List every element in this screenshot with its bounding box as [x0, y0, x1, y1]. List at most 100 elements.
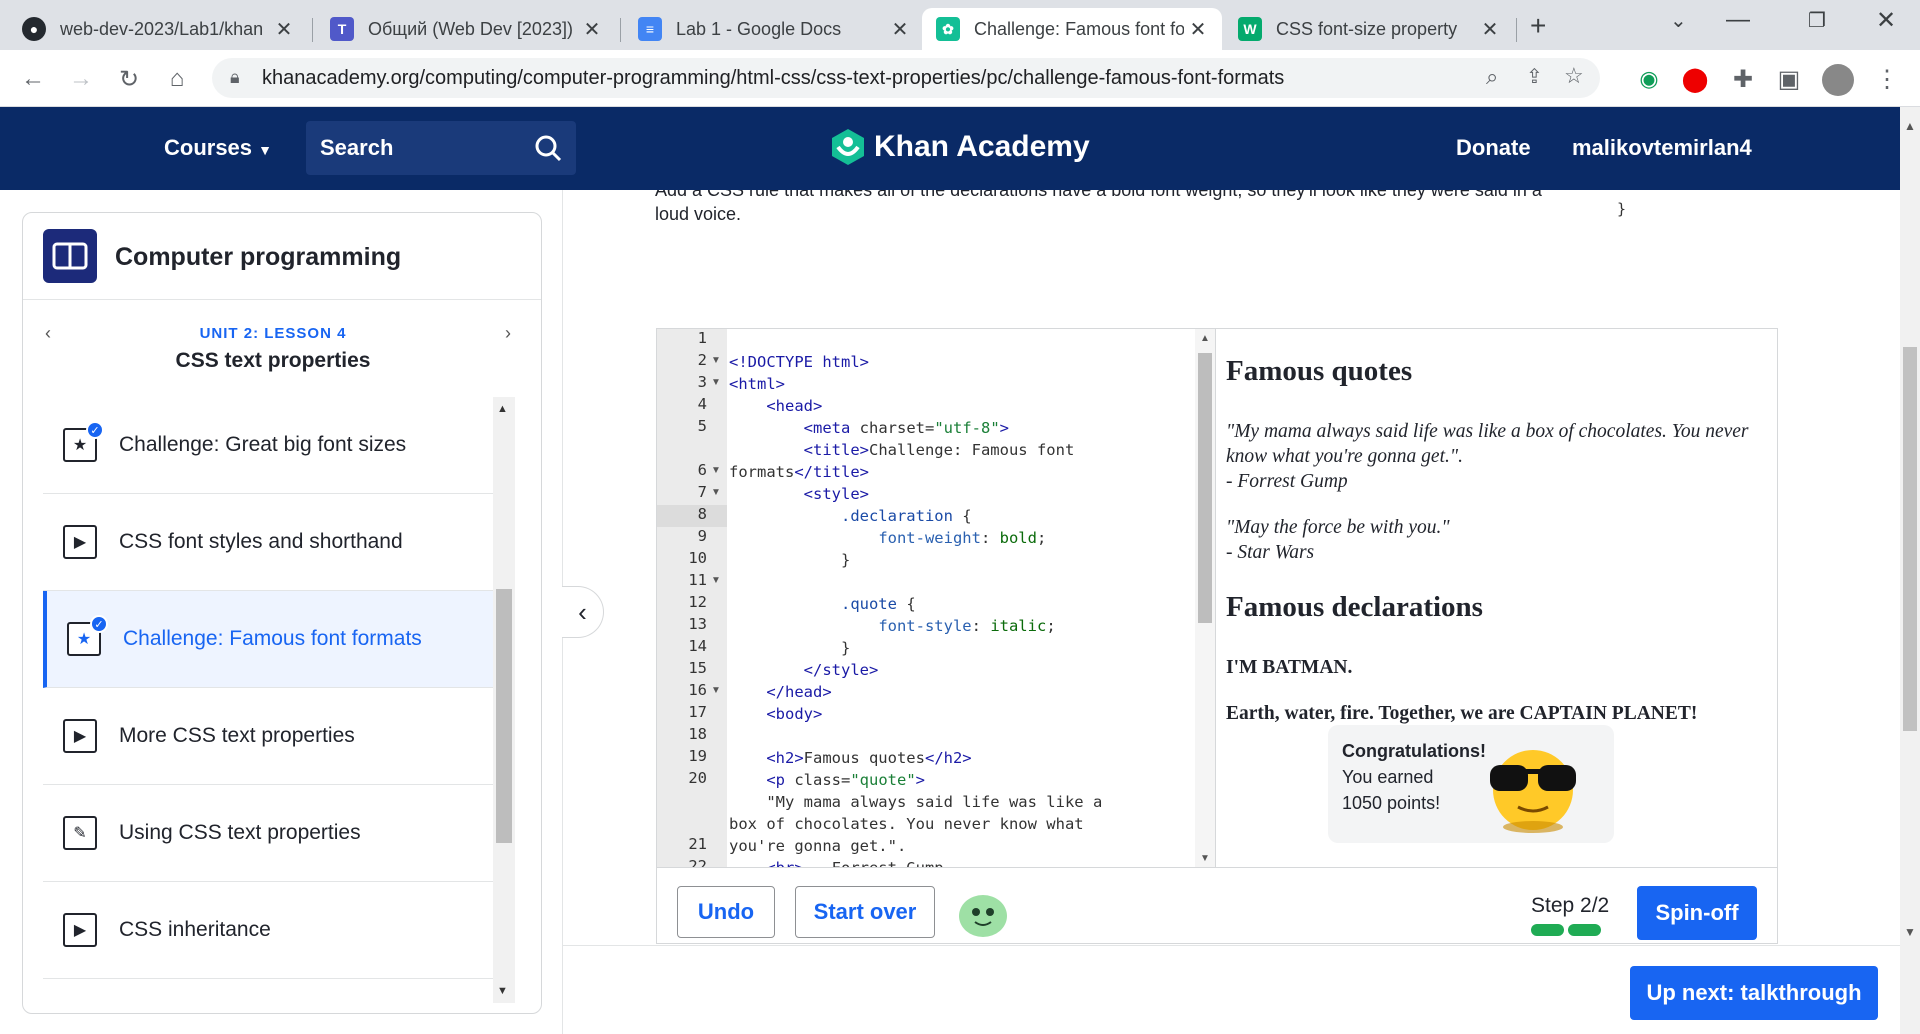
extensions-puzzle-icon[interactable]: ✚: [1728, 64, 1758, 94]
tab-google-docs[interactable]: ≡ Lab 1 - Google Docs ✕: [624, 8, 924, 50]
scrollbar-thumb[interactable]: [496, 589, 512, 843]
green-blob-avatar-icon: [959, 895, 1007, 937]
line-number: 8: [697, 505, 707, 523]
collapse-sidebar-icon[interactable]: ‹: [562, 586, 604, 638]
instruction-text-2: loud voice.: [655, 204, 742, 224]
tab-teams[interactable]: T Общий (Web Dev [2023]) ✕: [316, 8, 616, 50]
tab-khan-challenge[interactable]: ✿ Challenge: Famous font fo ✕: [922, 8, 1222, 50]
scrollbar-thumb[interactable]: [1903, 347, 1917, 731]
khan-logo-icon: [832, 129, 864, 165]
line-number: 18: [688, 725, 707, 743]
line-number: 9: [697, 527, 707, 545]
unit-label: UNIT 2: LESSON 4: [199, 325, 347, 342]
scroll-down-icon[interactable]: ▼: [1200, 853, 1210, 864]
tab-title: Challenge: Famous font fo: [974, 18, 1184, 39]
page-scrollbar[interactable]: ▲ ▼: [1900, 107, 1920, 1034]
khan-logo[interactable]: Khan Academy: [830, 127, 1090, 167]
restore-icon[interactable]: ❐: [1808, 8, 1826, 33]
extension-icon[interactable]: ◉: [1634, 64, 1664, 94]
close-icon[interactable]: ✕: [578, 17, 606, 42]
line-number: 4: [697, 395, 707, 413]
points-toast: Congratulations! You earned 1050 points!: [1328, 725, 1614, 843]
back-icon[interactable]: ←: [18, 64, 48, 94]
share-icon[interactable]: ⇪: [1526, 64, 1543, 89]
scroll-down-icon[interactable]: ▼: [1904, 925, 1916, 939]
url-text: khanacademy.org/computing/computer-progr…: [262, 66, 1285, 89]
preview-quote-1: "My mama always said life was like a box…: [1226, 421, 1749, 492]
fold-arrow-icon[interactable]: ▼: [711, 355, 721, 366]
browser-toolbar: ← → ↻ ⌂ 🔒︎ khanacademy.org/computing/com…: [0, 50, 1920, 107]
user-menu[interactable]: malikovtemirlan4: [1572, 135, 1752, 161]
fold-arrow-icon[interactable]: ▼: [711, 575, 721, 586]
bookmark-star-icon[interactable]: ☆: [1564, 63, 1584, 89]
lesson-item-current[interactable]: ★ ✓ Challenge: Famous font formats: [43, 591, 493, 688]
profile-avatar[interactable]: [1822, 64, 1854, 96]
play-icon: ▶: [63, 913, 97, 947]
checkmark-icon: ✓: [90, 615, 108, 633]
scroll-up-icon[interactable]: ▲: [1904, 119, 1916, 133]
search-box[interactable]: Search: [306, 121, 576, 175]
new-tab-icon[interactable]: +: [1530, 10, 1546, 42]
lesson-item[interactable]: ▶ CSS font styles and shorthand: [43, 494, 493, 591]
toast-line-2: 1050 points!: [1342, 793, 1441, 813]
line-number: 21: [688, 835, 707, 853]
courses-menu[interactable]: Courses ▼: [164, 135, 272, 161]
sidebar-scrollbar[interactable]: ▲ ▼: [493, 397, 515, 1003]
line-number: 6: [697, 461, 707, 479]
spin-off-button[interactable]: Spin-off: [1637, 886, 1757, 940]
line-number: 13: [688, 615, 707, 633]
lesson-sidebar: Computer programming ‹ › UNIT 2: LESSON …: [22, 212, 542, 1014]
opera-adblock-icon[interactable]: ⬤: [1680, 64, 1710, 94]
close-icon[interactable]: ✕: [270, 17, 298, 42]
donate-link[interactable]: Donate: [1456, 135, 1531, 161]
tab-title: CSS font-size property: [1276, 18, 1458, 39]
close-icon[interactable]: ✕: [886, 17, 914, 42]
close-icon[interactable]: ✕: [1476, 17, 1504, 42]
line-number: 11: [688, 571, 707, 589]
home-icon[interactable]: ⌂: [162, 64, 192, 94]
course-title[interactable]: Computer programming: [115, 243, 401, 272]
close-icon[interactable]: ✕: [1184, 17, 1212, 42]
lesson-item[interactable]: ✎ Using CSS text properties: [43, 785, 493, 882]
lesson-item[interactable]: ▶ CSS inheritance: [43, 882, 493, 979]
w3schools-icon: W: [1238, 17, 1262, 41]
up-next-button[interactable]: Up next: talkthrough: [1630, 966, 1878, 1020]
minimize-icon[interactable]: —: [1726, 6, 1750, 34]
forward-icon[interactable]: →: [66, 64, 96, 94]
tab-w3schools[interactable]: W CSS font-size property ✕: [1224, 8, 1514, 50]
scroll-down-icon[interactable]: ▼: [497, 985, 508, 997]
scrollbar-thumb[interactable]: [1198, 353, 1212, 623]
course-icon: [43, 229, 97, 283]
window-close-icon[interactable]: ✕: [1876, 6, 1896, 35]
address-bar[interactable]: 🔒︎ khanacademy.org/computing/computer-pr…: [212, 58, 1600, 98]
code-editor[interactable]: 1 2 ▼ 3 ▼ 4 5 6 ▼ 7 ▼ 8 9 10 11 ▼ 12 13 14 15 16 ▼ 17 18 19 20 21 2…: [656, 328, 1216, 868]
tab-search-icon[interactable]: ⌄: [1670, 8, 1687, 33]
line-number: 19: [688, 747, 707, 765]
fold-arrow-icon[interactable]: ▼: [711, 685, 721, 696]
sidepanel-icon[interactable]: ▣: [1774, 64, 1804, 94]
preview-declaration-2: Earth, water, fire. Together, we are CAP…: [1226, 703, 1698, 724]
preview-heading-declarations: Famous declarations: [1226, 591, 1483, 623]
scroll-up-icon[interactable]: ▲: [497, 403, 508, 415]
search-icon[interactable]: [534, 134, 562, 162]
fold-arrow-icon[interactable]: ▼: [711, 487, 721, 498]
line-number: 3: [697, 373, 707, 391]
lesson-item-label: Challenge: Great big font sizes: [119, 433, 407, 456]
menu-kebab-icon[interactable]: ⋮: [1872, 64, 1902, 94]
undo-button[interactable]: Undo: [677, 886, 775, 938]
lesson-item[interactable]: ★ ✓ Challenge: Great big font sizes: [43, 397, 493, 494]
scroll-up-icon[interactable]: ▲: [1200, 333, 1210, 344]
fold-arrow-icon[interactable]: ▼: [711, 377, 721, 388]
line-number: 22: [688, 857, 707, 868]
zoom-icon[interactable]: ⌕: [1486, 64, 1498, 90]
fold-arrow-icon[interactable]: ▼: [711, 465, 721, 476]
line-number: 1: [697, 329, 707, 347]
step-indicator: Step 2/2: [1531, 894, 1610, 917]
line-number: 15: [688, 659, 707, 677]
start-over-button[interactable]: Start over: [795, 886, 935, 938]
lesson-item[interactable]: ▶ More CSS text properties: [43, 688, 493, 785]
reload-icon[interactable]: ↻: [114, 64, 144, 94]
lock-icon: 🔒︎: [230, 67, 240, 87]
tab-github[interactable]: ● web-dev-2023/Lab1/khan ✕: [8, 8, 308, 50]
editor-scrollbar[interactable]: ▲ ▼: [1195, 329, 1215, 867]
